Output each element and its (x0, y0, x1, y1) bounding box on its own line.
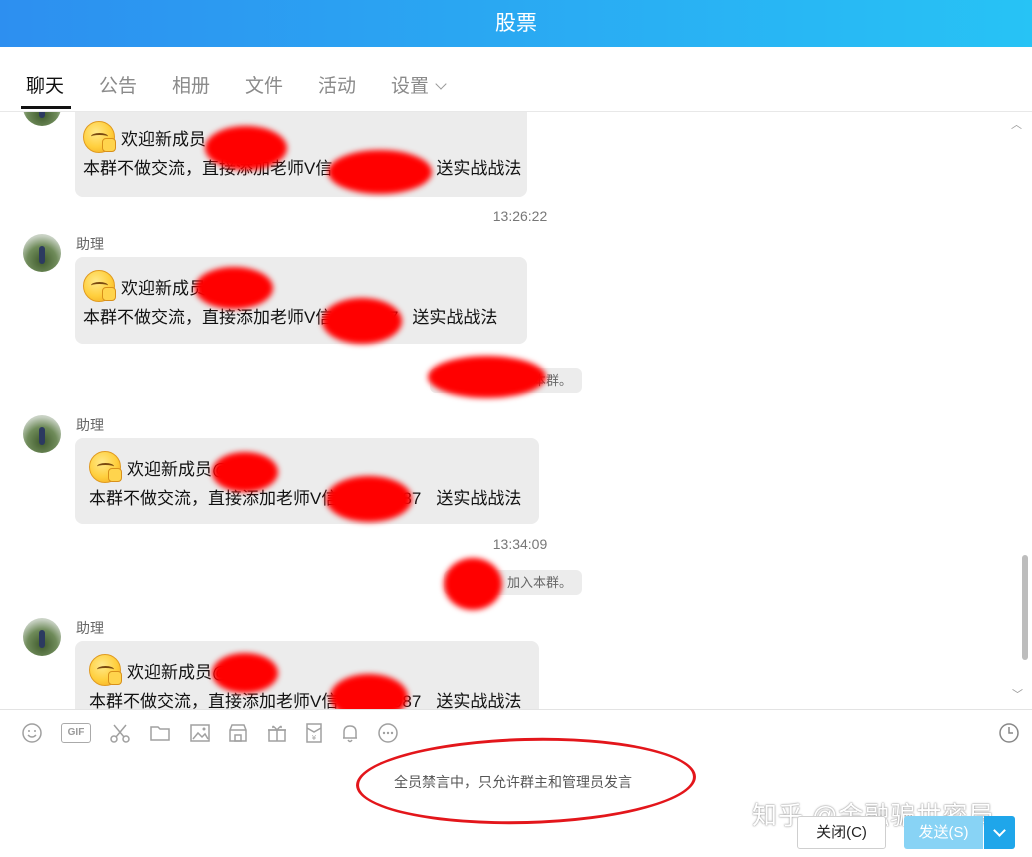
avatar[interactable] (23, 415, 61, 453)
more-icon[interactable] (377, 722, 399, 744)
message-bubble[interactable]: 欢迎新成员@ 本群不做交流，直接添加老师V信87送实战战法 (75, 438, 539, 524)
message-line2: 本群不做交流，直接添加老师V信 (83, 159, 333, 178)
chat-history[interactable]: 欢迎新成员 本群不做交流，直接添加老师V信 送实战战法 13:26:22 助理 欢… (0, 112, 1032, 709)
image-icon[interactable] (189, 722, 211, 744)
redaction-mark (428, 356, 546, 398)
send-options-dropdown[interactable] (984, 816, 1015, 849)
message-line2: 本群不做交流，直接添加老师V信 (83, 308, 333, 327)
message-line1: 欢迎新成员 (121, 278, 206, 298)
svg-text:¥: ¥ (312, 734, 317, 742)
bell-icon[interactable] (339, 722, 361, 744)
sender-name: 助理 (76, 417, 104, 433)
message-line2: 本群不做交流，直接添加老师V信 (89, 692, 339, 709)
gif-icon[interactable]: GIF (61, 723, 91, 743)
redaction-mark (212, 653, 278, 693)
tab-announcement[interactable]: 公告 (99, 71, 137, 98)
tab-chat[interactable]: 聊天 (26, 71, 64, 98)
tab-settings-label: 设置 (391, 76, 430, 97)
message-bubble[interactable]: 欢迎新成员 本群不做交流，直接添加老师V信987送实战战法 (75, 257, 527, 344)
message-line2-end: 送实战战法 (436, 692, 522, 709)
folder-icon[interactable] (149, 722, 171, 744)
close-button[interactable]: 关闭(C) (797, 816, 886, 849)
scroll-down-icon[interactable]: ﹀ (1012, 686, 1023, 702)
gift-icon[interactable] (266, 722, 288, 744)
redaction-mark (212, 452, 278, 492)
sender-name: 助理 (76, 620, 104, 636)
emoji-icon (83, 270, 116, 302)
clock-icon[interactable] (998, 722, 1020, 744)
redaction-mark (328, 150, 432, 194)
message-line2-end: 送实战战法 (436, 159, 522, 178)
redaction-mark (322, 298, 402, 344)
avatar[interactable] (23, 112, 61, 126)
emoji-icon (83, 121, 116, 153)
chevron-down-icon (435, 78, 447, 90)
sender-name: 助理 (76, 236, 104, 252)
tab-bar: 聊天 公告 相册 文件 活动 设置 (0, 47, 1032, 112)
scissors-icon[interactable] (109, 722, 131, 744)
avatar[interactable] (23, 618, 61, 656)
red-envelope-icon[interactable]: ¥ (303, 722, 325, 744)
redaction-mark (326, 476, 412, 522)
message-line2-end: 送实战战法 (412, 308, 498, 327)
message-bubble[interactable]: 欢迎新成员@ 本群不做交流，直接添加老师V信987送实战战法 (75, 641, 539, 709)
avatar[interactable] (23, 234, 61, 272)
active-tab-indicator (21, 106, 71, 109)
tab-settings[interactable]: 设置 (391, 71, 447, 98)
send-button[interactable]: 发送(S) (904, 816, 983, 849)
scroll-up-icon[interactable]: ︿ (1011, 116, 1023, 131)
message-line1: 欢迎新成员 (121, 129, 206, 149)
message-bubble[interactable]: 欢迎新成员 本群不做交流，直接添加老师V信 送实战战法 (75, 112, 527, 197)
message-timestamp: 13:26:22 (492, 208, 548, 224)
redaction-mark (195, 267, 273, 309)
emoji-icon (89, 451, 122, 483)
scrollbar-thumb[interactable] (1022, 555, 1028, 660)
shop-icon[interactable] (227, 722, 249, 744)
window-title: 股票 (0, 0, 1032, 47)
tab-activity[interactable]: 活动 (318, 71, 356, 98)
redaction-mark (444, 558, 502, 610)
message-timestamp: 13:34:09 (492, 536, 548, 552)
message-line2-end: 送实战战法 (436, 489, 522, 508)
tab-album[interactable]: 相册 (172, 71, 210, 98)
emoji-icon (89, 654, 122, 686)
tab-files[interactable]: 文件 (245, 71, 283, 98)
smiley-icon[interactable] (21, 722, 43, 744)
message-line2: 本群不做交流，直接添加老师V信 (89, 489, 339, 508)
redaction-mark (205, 126, 287, 170)
